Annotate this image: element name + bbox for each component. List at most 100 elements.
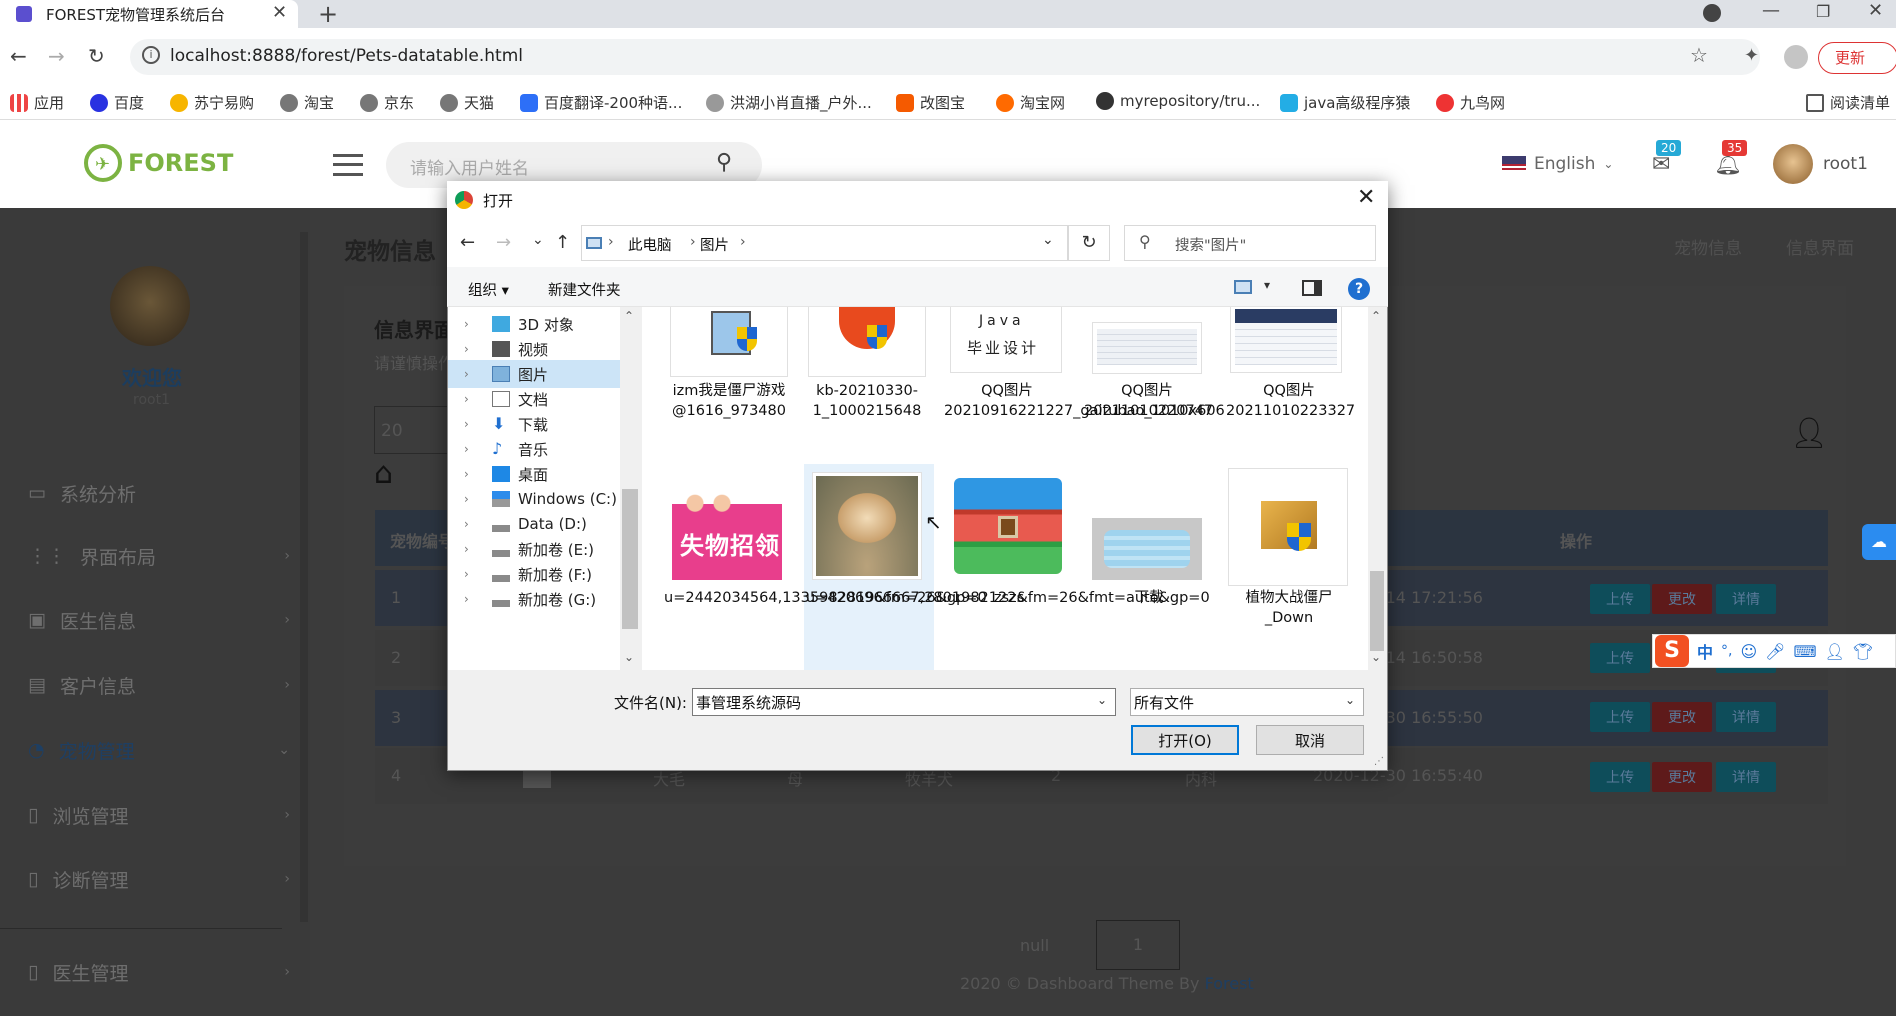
file-thumb-kb[interactable]	[808, 307, 926, 377]
dialog-close-icon[interactable]: ✕	[1357, 185, 1375, 210]
file-thumb-lost-found[interactable]: 失物招领	[672, 490, 782, 580]
tree-scrollbar[interactable]: ⌃ ⌄	[620, 307, 640, 670]
bookmark-honghu[interactable]: 洪湖小肖直播_户外...	[706, 92, 872, 113]
mail-button[interactable]: ✉ 20	[1652, 140, 1682, 177]
nav-customer-info[interactable]: ▤ 客户信息 ›	[28, 665, 290, 705]
ime-toolbar[interactable]: S 中 °, ☺ 🎤︎ ⌨ 👤︎ 👕︎	[1652, 634, 1896, 668]
user-menu[interactable]: root1	[1773, 144, 1868, 184]
organize-button[interactable]: 组织 ▾	[468, 279, 509, 300]
file-name[interactable]: u=2442034564,1335982819&fm=26&gp=0	[664, 588, 987, 608]
upload-button[interactable]: 上传	[1590, 762, 1650, 792]
file-thumb-qq1[interactable]	[1092, 322, 1202, 374]
filetype-select[interactable]: 所有文件 ⌄	[1130, 688, 1364, 716]
upload-button[interactable]: 上传	[1590, 702, 1650, 732]
reading-list[interactable]: 阅读清单	[1806, 92, 1890, 113]
file-thumb-pvz[interactable]	[1228, 468, 1348, 586]
recent-locations-icon[interactable]: ⌄	[532, 232, 544, 248]
bookmark-fanyi[interactable]: 百度翻译-200种语...	[520, 92, 682, 113]
bookmark-tmall[interactable]: 天猫	[440, 92, 494, 113]
nav-layout[interactable]: ⋮⋮ 界面布局 ›	[28, 536, 290, 576]
file-name[interactable]: 下载	[1086, 588, 1212, 608]
header-search-input[interactable]: 请输入用户姓名	[410, 154, 529, 179]
browser-tab[interactable]: FOREST宠物管理系统后台 ✕	[0, 0, 298, 28]
keyboard-icon[interactable]: ⌨	[1793, 642, 1816, 661]
cloud-widget-icon[interactable]: ☁	[1862, 524, 1896, 560]
notifications-button[interactable]: 🔔︎ 35	[1714, 140, 1748, 177]
file-thumb-java[interactable]: Java 毕业设计	[950, 307, 1062, 373]
user-icon[interactable]: 👤︎	[1825, 642, 1845, 661]
nav-browse[interactable]: ▯ 浏览管理 ›	[28, 795, 290, 835]
files-scrollbar[interactable]: ⌃ ⌄	[1368, 307, 1386, 670]
file-name[interactable]: 植物大战僵尸_Down	[1226, 588, 1352, 628]
window-close-icon[interactable]: ✕	[1868, 0, 1883, 21]
breadcrumb-2[interactable]: 信息界面	[1786, 234, 1854, 259]
update-button[interactable]: 更新	[1818, 42, 1896, 74]
logo[interactable]: ✈ FOREST	[84, 144, 233, 182]
tree-item-pictures[interactable]: › 图片	[448, 360, 620, 388]
details-button[interactable]: 详情	[1716, 762, 1776, 792]
files-scroll-thumb[interactable]	[1370, 571, 1384, 651]
bookmark-taobao[interactable]: 淘宝	[280, 92, 334, 113]
tree-item-3d-objects[interactable]: › 3D 对象	[464, 310, 617, 338]
tree-scroll-thumb[interactable]	[622, 489, 638, 629]
tree-item-drive-d[interactable]: › Data (D:)	[464, 510, 617, 538]
file-name[interactable]: u=4206966667,2801982122&fm=26&fmt=auto&g…	[806, 588, 1210, 608]
file-name[interactable]: zszs	[946, 588, 1072, 608]
tree-item-videos[interactable]: › 视频	[464, 335, 617, 363]
emoji-icon[interactable]: ☺	[1740, 642, 1757, 661]
tree-item-drive-e[interactable]: › 新加卷 (E:)	[464, 535, 617, 563]
filename-dropdown-icon[interactable]: ⌄	[1097, 693, 1107, 707]
minimize-icon[interactable]: —	[1762, 0, 1780, 21]
file-name[interactable]: QQ图片20210916221227_gaitubao_1010x606	[944, 381, 1225, 421]
crumb-pictures[interactable]: 图片	[700, 234, 729, 255]
pager-current[interactable]: 1	[1096, 920, 1180, 970]
add-user-icon[interactable]: 👤︎	[1790, 416, 1828, 451]
forward-icon[interactable]: →	[48, 44, 65, 68]
bookmark-taobaowang[interactable]: 淘宝网	[996, 92, 1065, 113]
view-dropdown-icon[interactable]: ▾	[1264, 278, 1270, 292]
bookmark-java[interactable]: java高级程序猿	[1280, 92, 1410, 113]
tree-item-desktop[interactable]: › 桌面	[464, 460, 617, 488]
nav-doctor-info[interactable]: ▣ 医生信息 ›	[28, 600, 290, 640]
edit-button[interactable]: 更改	[1652, 762, 1712, 792]
dialog-breadcrumb[interactable]: › 此电脑 › 图片 › ⌄	[581, 225, 1068, 261]
nav-doctor-management[interactable]: ▯ 医生管理 ›	[28, 952, 290, 992]
filename-input[interactable]: 事管理系统源码 ⌄	[692, 688, 1116, 716]
tree-item-drive-c[interactable]: › Windows (C:)	[464, 485, 617, 513]
details-button[interactable]: 详情	[1716, 702, 1776, 732]
profile-menu-icon[interactable]	[1703, 4, 1721, 22]
bookmark-github[interactable]: myrepository/tru...	[1096, 92, 1260, 110]
file-thumb-qq2[interactable]	[1230, 307, 1342, 373]
tab-close-icon[interactable]: ✕	[272, 2, 287, 23]
file-name[interactable]: izm我是僵尸游戏@1616_973480	[666, 381, 792, 421]
page-size-select[interactable]: 20	[374, 406, 448, 454]
new-folder-button[interactable]: 新建文件夹	[548, 279, 621, 300]
skin-icon[interactable]: 👕︎	[1853, 642, 1873, 661]
sidebar-scrollbar[interactable]	[300, 232, 308, 922]
bookmark-star-icon[interactable]: ☆	[1690, 43, 1708, 67]
breadcrumb-1[interactable]: 宠物信息	[1674, 234, 1742, 259]
nav-diagnosis[interactable]: ▯ 诊断管理 ›	[28, 859, 290, 899]
bookmark-jd[interactable]: 京东	[360, 92, 414, 113]
extensions-icon[interactable]: ✦	[1744, 45, 1759, 66]
account-avatar-icon[interactable]	[1784, 45, 1808, 69]
edit-button[interactable]: 更改	[1652, 702, 1712, 732]
language-selector[interactable]: English ⌄	[1502, 154, 1613, 174]
hamburger-menu-icon[interactable]	[333, 154, 363, 176]
file-thumb-puppy[interactable]	[812, 472, 922, 580]
dialog-search-box[interactable]: ⚲ 搜索"图片"	[1124, 225, 1376, 261]
restore-icon[interactable]: ❐	[1816, 2, 1830, 21]
tree-item-drive-f[interactable]: › 新加卷 (F:)	[464, 560, 617, 588]
address-bar[interactable]: i localhost:8888/forest/Pets-datatable.h…	[130, 39, 1760, 75]
footer-link[interactable]: Forest	[1205, 974, 1254, 993]
home-icon[interactable]: ⌂	[374, 456, 393, 491]
scroll-up-icon[interactable]: ⌃	[624, 309, 634, 323]
nav-system-analysis[interactable]: ▭ 系统分析	[28, 473, 290, 513]
bookmark-suning[interactable]: 苏宁易购	[170, 92, 254, 113]
help-icon[interactable]: ?	[1348, 278, 1370, 300]
preview-pane-icon[interactable]	[1302, 280, 1322, 296]
file-name[interactable]: QQ图片20211010223327	[1226, 381, 1355, 421]
crumb-this-pc[interactable]: 此电脑	[628, 234, 672, 255]
details-button[interactable]: 详情	[1716, 584, 1776, 614]
file-thumb-download[interactable]	[1092, 518, 1202, 580]
